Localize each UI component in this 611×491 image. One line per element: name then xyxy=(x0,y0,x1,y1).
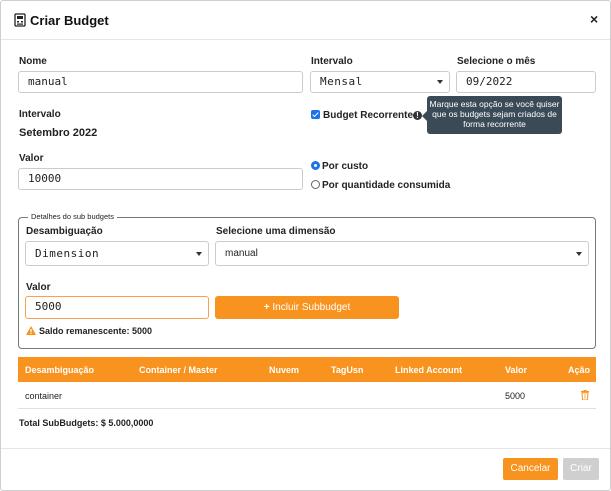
recurring-label: Budget Recorrente xyxy=(323,110,414,121)
column-header: TagUsn xyxy=(331,365,364,375)
info-icon[interactable]: ! xyxy=(413,111,422,120)
warning-icon xyxy=(26,326,36,335)
dialog-title: Criar Budget xyxy=(30,13,109,28)
radio-by-cost[interactable] xyxy=(311,161,320,170)
column-header: Nuvem xyxy=(269,365,300,375)
interval-select[interactable]: Mensal xyxy=(310,71,450,93)
name-label: Nome xyxy=(19,56,47,67)
value-input[interactable]: 10000 xyxy=(18,168,303,190)
dimension-select-value: manual xyxy=(225,248,258,259)
disambiguation-label: Desambiguação xyxy=(26,226,103,237)
cell-disambiguation: container xyxy=(25,391,63,401)
add-subbudget-label: Incluir Subbudget xyxy=(272,302,351,313)
add-subbudget-button[interactable]: + Incluir Subbudget xyxy=(215,296,399,319)
disambiguation-select[interactable]: Dimension xyxy=(25,241,209,266)
interval-label: Intervalo xyxy=(311,56,353,67)
radio-by-cost-label: Por custo xyxy=(322,161,369,172)
column-header: Ação xyxy=(568,365,591,375)
cell-value: 5000 xyxy=(505,391,526,401)
recurring-tooltip: Marque esta opção se você quiser que os … xyxy=(422,96,562,134)
name-input[interactable]: manual xyxy=(18,71,303,93)
column-header: Desambiguação xyxy=(25,365,95,375)
month-input[interactable]: 09/2022 xyxy=(456,71,596,93)
column-header: Linked Account xyxy=(395,365,463,375)
interval-summary-label: Intervalo xyxy=(19,109,61,120)
value-label: Valor xyxy=(19,153,44,164)
interval-select-value: Mensal xyxy=(320,75,363,88)
column-header: Container / Master xyxy=(139,365,218,375)
plus-icon: + xyxy=(263,302,270,313)
trash-icon[interactable] xyxy=(581,390,589,400)
chevron-down-icon xyxy=(437,80,443,84)
column-header: Valor xyxy=(505,365,528,375)
dialog-header: Criar Budget × xyxy=(1,1,610,40)
sub-value-label: Valor xyxy=(26,282,51,293)
table-row: container 5000 xyxy=(18,382,596,409)
remaining-balance: Saldo remanescente: 5000 xyxy=(39,326,153,336)
create-budget-dialog: Criar Budget × Nome manual Intervalo Men… xyxy=(0,0,611,491)
close-icon[interactable]: × xyxy=(590,11,598,27)
sub-budgets-legend: Detalhes do sub budgets xyxy=(28,212,117,221)
disambiguation-select-value: Dimension xyxy=(35,247,100,260)
interval-summary-value: Setembro 2022 xyxy=(19,127,98,139)
cancel-button[interactable]: Cancelar xyxy=(503,458,558,480)
chevron-down-icon xyxy=(196,252,202,256)
radio-by-quantity[interactable] xyxy=(311,180,320,189)
dimension-select[interactable]: manual xyxy=(215,241,589,266)
recurring-checkbox[interactable] xyxy=(311,110,320,119)
dimension-label: Selecione uma dimensão xyxy=(216,226,336,237)
table-header: Desambiguação Container / Master Nuvem T… xyxy=(18,357,596,382)
month-label: Selecione o mês xyxy=(457,56,536,67)
budget-document-icon xyxy=(14,13,26,27)
chevron-down-icon xyxy=(576,252,582,256)
footer-divider xyxy=(1,448,610,449)
total-subbudgets: Total SubBudgets: $ 5.000,0000 xyxy=(19,418,154,428)
create-button[interactable]: Criar xyxy=(563,458,599,480)
radio-by-quantity-label: Por quantidade consumida xyxy=(322,180,451,191)
sub-value-input[interactable]: 5000 xyxy=(25,296,209,319)
